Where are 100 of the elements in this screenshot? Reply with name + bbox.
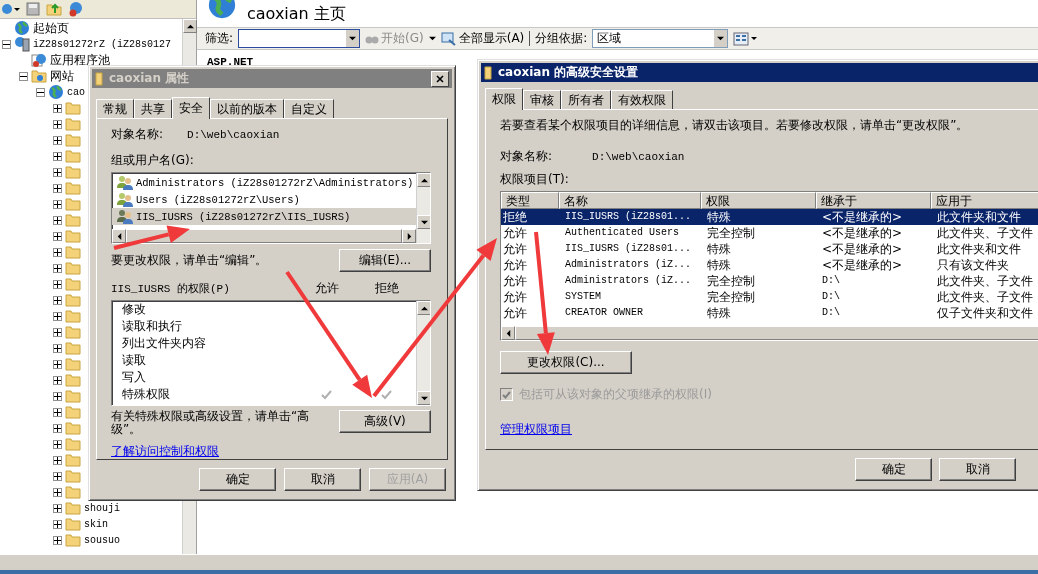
edit-button[interactable]: 编辑(E)... [339,249,431,272]
table-row[interactable]: 允许 SYSTEM 完全控制 D:\ 此文件夹、子文件 [501,289,1038,305]
tab[interactable]: 常规 [96,99,134,118]
expand-icon[interactable] [53,519,62,529]
table-row[interactable]: 拒绝 IIS_IUSRS (iZ28s01... 特殊 <不是继承的> 此文件夹和文件 [501,209,1038,225]
expand-icon[interactable] [53,135,62,145]
scrollbar[interactable] [416,173,430,243]
folder-icon [65,533,81,547]
change-permissions-button[interactable]: 更改权限(C)... [500,351,632,374]
table-cell-text: <不是继承的> [821,211,904,223]
tree-item[interactable]: shouji [84,502,120,514]
tree-item[interactable]: 应用程序池 [50,51,110,69]
server-icon [14,36,30,52]
column-label: 允许 [315,280,339,297]
field-label: 权限项目(T): [500,171,569,188]
expand-icon[interactable] [53,471,62,481]
scrollbar[interactable] [501,326,1038,340]
column-header[interactable]: 权限 [701,192,816,209]
collapse-icon[interactable] [2,39,11,49]
help-link[interactable]: 了解访问控制和权限 [111,443,219,460]
advanced-button[interactable]: 高级(V) [339,410,431,433]
list-item[interactable]: Users (iZ28s01272rZ\Users) [136,193,300,206]
dropdown-arrow-icon [428,35,436,42]
expand-icon[interactable] [53,279,62,289]
expand-icon[interactable] [53,247,62,257]
table-row[interactable]: 允许 IIS_IUSRS (iZ28s01... 特殊 <不是继承的> 此文件夹和文件 [501,241,1038,257]
table-row[interactable]: 允许 Administrators (iZ... 完全控制 D:\ 此文件夹、子文件 [501,273,1038,289]
expand-icon[interactable] [53,487,62,497]
tree-item[interactable]: sousuo [84,534,120,546]
expand-icon[interactable] [53,359,62,369]
expand-icon[interactable] [53,455,62,465]
manage-link[interactable]: 管理权限项目 [500,421,572,438]
expand-icon[interactable] [53,151,62,161]
folder-icon [65,101,81,115]
view-icon[interactable] [733,31,760,46]
expand-icon[interactable] [53,215,62,225]
expand-icon[interactable] [53,535,62,545]
tab[interactable]: 以前的版本 [210,99,284,118]
group-by-dropdown[interactable]: 区域 [592,29,729,48]
tab[interactable]: 审核 [523,90,561,109]
column-header[interactable]: 继承于 [816,192,931,209]
tab[interactable]: 有效权限 [611,90,673,109]
column-header[interactable]: 名称 [559,192,701,209]
expand-icon[interactable] [53,439,62,449]
column-header[interactable]: 类型 [501,192,559,209]
tab[interactable]: 共享 [134,99,172,118]
group-by-label: 分组依据: [535,30,588,47]
table-row[interactable]: 允许 Authenticated Users 完全控制 <不是继承的> 此文件夹、子文件 [501,225,1038,241]
expand-icon[interactable] [53,343,62,353]
save-icon[interactable] [26,2,40,16]
table-cell-text: 特殊 [706,307,732,319]
dialog-button[interactable]: 确定 [855,458,932,481]
field-label: IIS_IUSRS 的权限(P) [111,282,231,296]
folder-up-icon[interactable] [46,2,62,16]
expand-icon[interactable] [53,327,62,337]
expand-icon[interactable] [53,199,62,209]
tab[interactable]: 安全 [172,97,210,119]
expand-icon[interactable] [53,119,62,129]
collapse-icon[interactable] [36,87,45,97]
dialog-button[interactable]: 取消 [284,468,361,491]
expand-icon[interactable] [53,503,62,513]
expand-icon[interactable] [53,103,62,113]
table-row[interactable]: 允许 Administrators (iZ... 特殊 <不是继承的> 只有该文件夹 [501,257,1038,273]
tab[interactable]: 所有者 [561,90,611,109]
close-button[interactable] [431,70,449,87]
expand-icon[interactable] [53,167,62,177]
list-item[interactable]: Administrators (iZ28s01272rZ\Administrators) [136,176,414,189]
tab[interactable]: 权限 [485,88,523,110]
expand-icon[interactable] [53,231,62,241]
tree-item[interactable]: 网站 [50,67,74,85]
expand-icon[interactable] [53,407,62,417]
folder-icon [65,165,81,179]
expand-icon[interactable] [53,311,62,321]
tree-item[interactable]: 起始页 [33,19,69,37]
dialog-button[interactable]: 取消 [939,458,1016,481]
object-name-value: D:\web\caoxian [187,128,280,141]
table-row[interactable]: 允许 CREATOR OWNER 特殊 D:\ 仅子文件夹和文件 [501,305,1038,321]
folder-icon [65,293,81,307]
collapse-icon[interactable] [19,71,28,81]
field-label: 组或用户名(G): [111,152,194,169]
dialog-button[interactable]: 确定 [199,468,276,491]
table-cell-text: 完全控制 [706,291,756,303]
tab[interactable]: 自定义 [284,99,334,118]
column-header[interactable]: 应用于 [931,192,1038,209]
show-all-button[interactable]: 全部显示(A) [440,30,525,47]
tree-item[interactable]: skin [84,518,108,530]
expand-icon[interactable] [53,183,62,193]
scrollbar[interactable] [416,301,430,405]
expand-icon[interactable] [53,263,62,273]
table-cell-text: IIS_IUSRS (iZ28s01... [564,244,693,254]
expand-icon[interactable] [53,295,62,305]
scrollbar[interactable] [112,229,416,243]
tree-item[interactable]: cao [67,86,85,98]
expand-icon[interactable] [53,391,62,401]
filter-field[interactable] [238,29,361,48]
expand-icon[interactable] [53,375,62,385]
folder-icon [65,149,81,163]
expand-icon[interactable] [53,423,62,433]
tree-item[interactable]: iZ28s01272rZ (iZ28s0127 [33,38,172,50]
folder-icon [65,117,81,131]
